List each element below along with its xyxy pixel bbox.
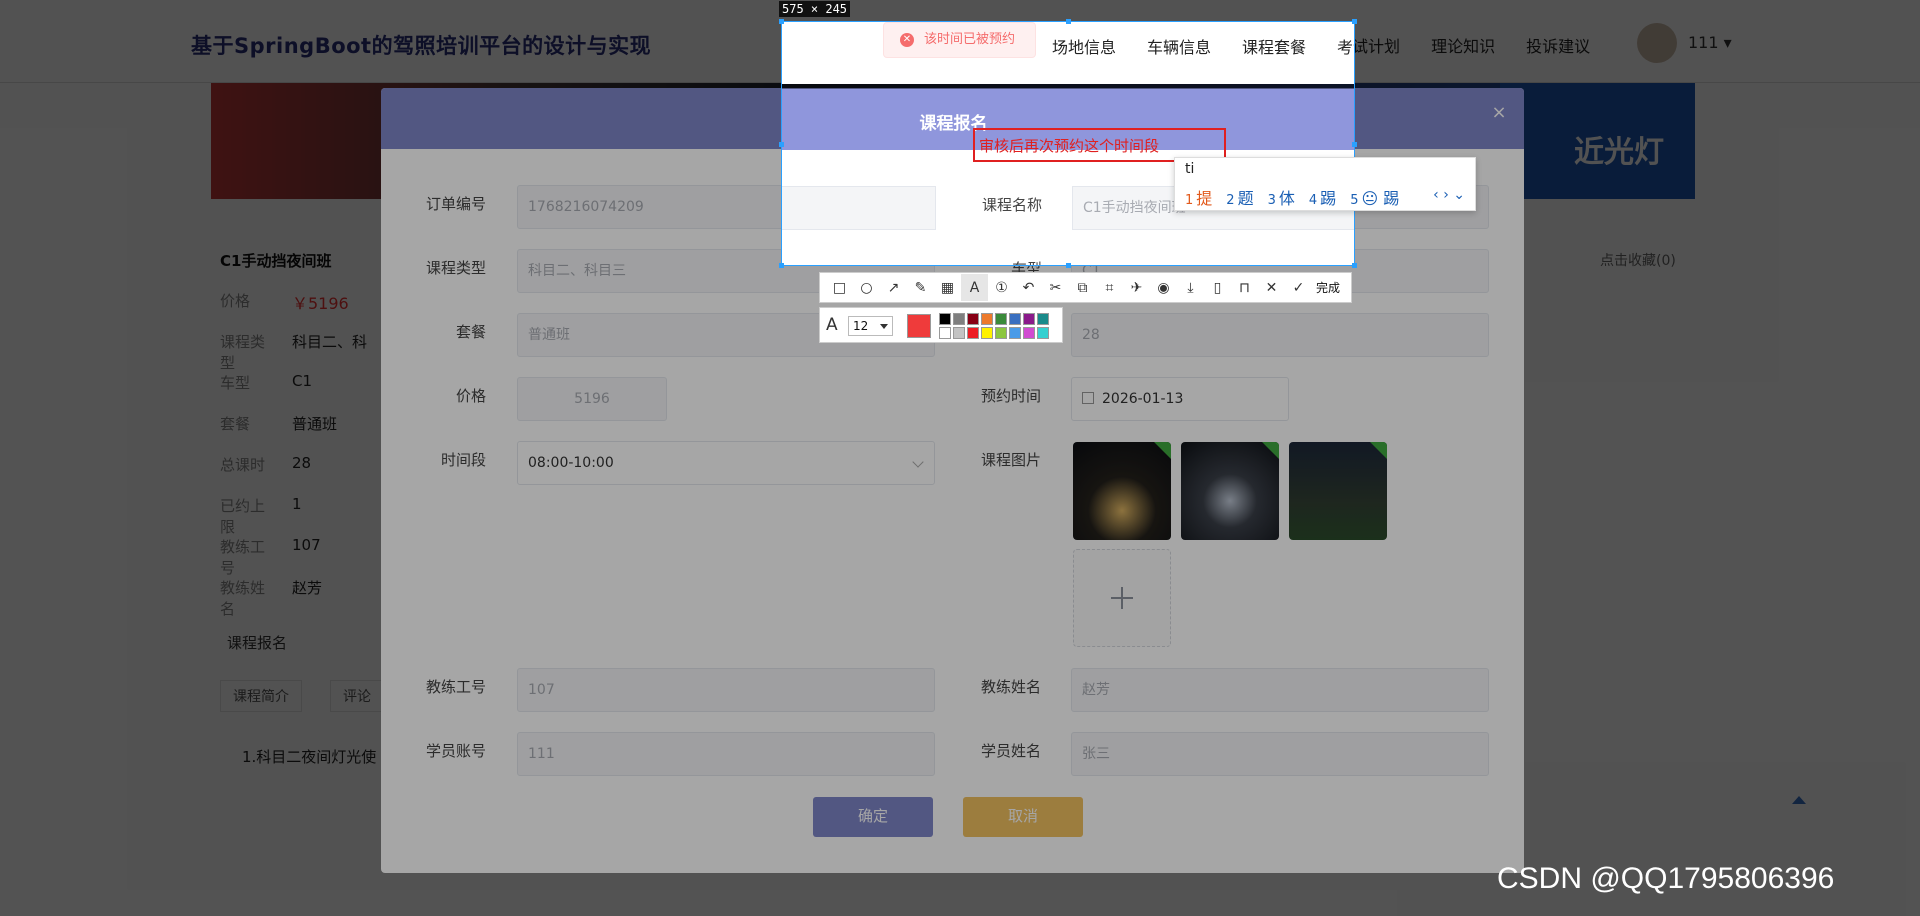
preview-nav: 场地信息 车辆信息 课程套餐 考试计划: [1052, 34, 1354, 58]
color-swatch[interactable]: [939, 327, 951, 339]
color-swatch[interactable]: [995, 313, 1007, 325]
preview-order-input: [782, 186, 936, 230]
watermark: CSDN @QQ1795806396: [1497, 862, 1835, 895]
pencil-icon[interactable]: ✎: [907, 274, 934, 301]
ime-candidate-window: ti 1提 2题 3体 4踢 5 😐 踢 ‹ › ⌄: [1174, 157, 1476, 211]
ime-candidate[interactable]: 4踢: [1309, 185, 1336, 209]
color-swatch[interactable]: [967, 313, 979, 325]
color-swatch[interactable]: [1023, 327, 1035, 339]
preview-nav-item: 课程套餐: [1242, 38, 1307, 57]
color-swatch[interactable]: [981, 327, 993, 339]
color-swatch[interactable]: [1009, 327, 1021, 339]
resize-handle[interactable]: [1352, 142, 1357, 147]
record-icon[interactable]: ◉: [1150, 274, 1177, 301]
phone-icon[interactable]: ▯: [1204, 274, 1231, 301]
preview-nav-item: 场地信息: [1052, 38, 1117, 57]
text-tool-icon[interactable]: A: [961, 274, 988, 301]
preview-nav-item: 考试计划: [1337, 38, 1354, 57]
color-swatch[interactable]: [995, 327, 1007, 339]
color-swatch[interactable]: [1037, 313, 1049, 325]
resize-handle[interactable]: [779, 263, 784, 268]
done-button[interactable]: 完成: [1316, 279, 1340, 296]
resize-handle[interactable]: [779, 19, 784, 24]
preview-nav-item: 车辆信息: [1147, 38, 1212, 57]
resize-handle[interactable]: [1066, 263, 1071, 268]
candidate-number: 1: [1185, 193, 1194, 208]
color-swatch[interactable]: [953, 313, 965, 325]
font-size-select[interactable]: 12: [848, 316, 893, 336]
candidate-text: 踢: [1320, 189, 1337, 208]
candidate-number: 5: [1350, 193, 1359, 208]
ime-candidate[interactable]: 2题: [1226, 185, 1253, 209]
error-toast: ✕ 该时间已被预约: [883, 22, 1036, 58]
color-swatch[interactable]: [981, 313, 993, 325]
selection-size-label: 575 × 245: [779, 1, 851, 17]
text-style-toolbar: A 12: [819, 307, 1063, 343]
preview-course-name-label: 课程名称: [981, 196, 1042, 214]
close-icon[interactable]: ✕: [1258, 274, 1285, 301]
ime-candidate[interactable]: 5 😐 踢: [1350, 185, 1399, 209]
resize-handle[interactable]: [1352, 19, 1357, 24]
candidate-text: 提: [1196, 189, 1213, 208]
undo-icon[interactable]: ↶: [1015, 274, 1042, 301]
download-icon[interactable]: ⤓: [1177, 274, 1204, 301]
bookmark-icon[interactable]: ⊓: [1231, 274, 1258, 301]
ime-composition: ti: [1185, 161, 1195, 177]
number-marker-icon[interactable]: ①: [988, 274, 1015, 301]
resize-handle[interactable]: [1066, 19, 1071, 24]
screenshot-toolbar: □ ○ ↗ ✎ ▦ A ① ↶ ✂ ⧉ ⌗ ✈ ◉ ⤓ ▯ ⊓ ✕ ✓ 完成: [819, 272, 1352, 303]
current-color: [907, 314, 931, 338]
ime-candidate[interactable]: 3体: [1268, 185, 1295, 209]
ime-page-nav-icon[interactable]: ‹ › ⌄: [1433, 187, 1465, 203]
candidate-text: 😐 踢: [1361, 189, 1400, 208]
ocr-icon[interactable]: ⌗: [1096, 274, 1123, 301]
ime-candidate[interactable]: 1提: [1185, 185, 1212, 209]
ellipse-icon[interactable]: ○: [853, 274, 880, 301]
ime-candidates: 1提 2题 3体 4踢 5 😐 踢: [1185, 185, 1413, 209]
chevron-down-icon: [880, 324, 888, 329]
resize-handle[interactable]: [779, 142, 784, 147]
color-swatch[interactable]: [1023, 313, 1035, 325]
color-swatch[interactable]: [1037, 327, 1049, 339]
color-swatch[interactable]: [939, 313, 951, 325]
arrow-icon[interactable]: ↗: [880, 274, 907, 301]
candidate-text: 体: [1278, 189, 1295, 208]
check-icon[interactable]: ✓: [1285, 274, 1312, 301]
mosaic-icon[interactable]: ▦: [934, 274, 961, 301]
candidate-text: 题: [1237, 189, 1254, 208]
error-icon: ✕: [900, 33, 914, 47]
color-swatch[interactable]: [1009, 313, 1021, 325]
rectangle-icon[interactable]: □: [826, 274, 853, 301]
candidate-number: 3: [1267, 193, 1276, 208]
candidate-number: 4: [1308, 193, 1318, 208]
color-swatch[interactable]: [967, 327, 979, 339]
font-size-icon: A: [826, 315, 838, 335]
color-swatch[interactable]: [953, 327, 965, 339]
color-palette: [939, 313, 1049, 339]
candidate-number: 2: [1226, 193, 1235, 208]
pin-icon[interactable]: ✈: [1123, 274, 1150, 301]
font-size-value: 12: [853, 319, 869, 333]
translate-icon[interactable]: ⧉: [1069, 274, 1096, 301]
resize-handle[interactable]: [1352, 263, 1357, 268]
preview-car-type-label: 车型: [962, 258, 1042, 265]
toast-text: 该时间已被预约: [924, 32, 1016, 47]
scissors-icon[interactable]: ✂: [1042, 274, 1069, 301]
